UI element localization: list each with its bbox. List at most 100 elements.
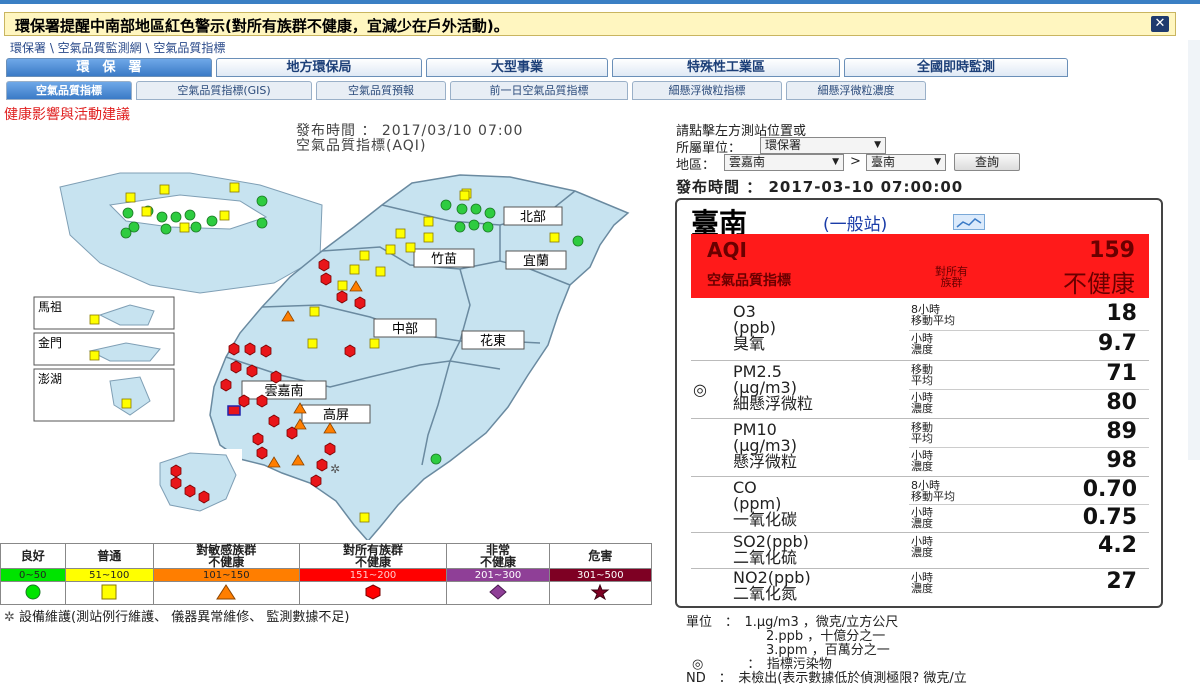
subtab-previous-day[interactable]: 前一日空氣品質指標 (450, 81, 628, 100)
range-moderate: 51~100 (64, 568, 154, 582)
tab-epa[interactable]: 環 保 署 (6, 58, 212, 77)
close-icon[interactable]: ✕ (1151, 16, 1169, 32)
taiwan-aqi-map[interactable]: 北部 竹苗 宜蘭 中部 花東 雲嘉南 高屏 馬祖 金門 澎湖 ✲ (30, 165, 650, 540)
tab-special-industrial-zone[interactable]: 特殊性工業區 (612, 58, 840, 77)
measure-label: 8小時 移動平均 (911, 479, 955, 503)
unit-note-3: 3.ppm ，百萬分之一 (766, 643, 890, 658)
svg-text:中部: 中部 (392, 321, 418, 336)
search-button[interactable]: 查詢 (954, 153, 1020, 171)
chevron-down-icon: ▼ (934, 157, 941, 167)
measure-value: 80 (1106, 390, 1137, 415)
unit-select[interactable]: 環保署 ▼ (760, 137, 886, 154)
measure-label: 移動 平均 (911, 421, 933, 445)
tab-national-realtime[interactable]: 全國即時監測 (844, 58, 1068, 77)
region-label-central[interactable]: 中部 (373, 318, 437, 338)
unit-note-1: 單位 ： 1.μg/m3 ，微克/立方公尺 (686, 615, 899, 630)
measure-value: 4.2 (1098, 533, 1137, 558)
measure-label: 小時 濃度 (911, 449, 933, 473)
tab-large-industry[interactable]: 大型事業 (426, 58, 608, 77)
region-label-yilan[interactable]: 宜蘭 (505, 250, 567, 270)
legend-unhealthy: 對所有族群 不健康 (298, 543, 448, 569)
unit-note-2: 2.ppb ，十億分之一 (766, 629, 886, 644)
maintenance-note: ✲ 設備維護(測站例行維護、 儀器異常維修、 監測數據不足) (4, 606, 349, 625)
warning-banner: 環保署提醒中南部地區紅色警示(對所有族群不健康，宜減少在戶外活動)。 ✕ (4, 12, 1176, 36)
selected-station-tainan[interactable] (227, 405, 241, 416)
aqi-group: 對所有 族群 (935, 265, 968, 289)
star-icon (548, 581, 653, 605)
city-select[interactable]: 臺南 ▼ (866, 154, 946, 171)
subtab-aqi-gis[interactable]: 空氣品質指標(GIS) (136, 81, 312, 100)
index-note-text: ： 指標污染物 (747, 657, 832, 672)
aqi-subtitle: 空氣品質指標 (707, 273, 791, 289)
pollutant-row: PM10 (μg/m3) 懸浮微粒 移動 平均 89 小時 濃度 98 (691, 418, 1149, 477)
measure-label: 小時 濃度 (911, 391, 933, 415)
nd-note: ND ： 未檢出(表示數據低於偵測極限? 微克/立 (686, 671, 967, 686)
region-label-yunjianan[interactable]: 雲嘉南 (241, 380, 327, 400)
area-select[interactable]: 雲嘉南 ▼ (724, 154, 844, 171)
svg-text:宜蘭: 宜蘭 (523, 253, 549, 268)
measure-label: 小時 濃度 (911, 535, 933, 559)
pollutant-row: O3 (ppb) 臭氧 8小時 移動平均 18 小時 濃度 9.7 (691, 300, 1149, 361)
primary-marker-icon: ◎ (692, 657, 704, 672)
region-label-huadong[interactable]: 花東 (461, 330, 525, 350)
primary-pollutant-icon: ◎ (693, 380, 707, 399)
station-publish-time: 發布時間 ： 2017-03-10 07:00:00 (676, 178, 964, 196)
island-matsu[interactable]: 馬祖 (33, 296, 175, 330)
measure-value: 71 (1106, 361, 1137, 386)
chart-icon[interactable] (953, 214, 985, 230)
measure-label: 移動 平均 (911, 363, 933, 387)
subtab-pm25-index[interactable]: 細懸浮微粒指標 (632, 81, 782, 100)
range-unhealthy: 151~200 (298, 568, 448, 582)
pollutant-cn: 臭氧 (733, 334, 766, 353)
pollutant-row: NO2(ppb) 二氧化氮 小時 濃度 27 (691, 568, 1149, 608)
chevron-down-icon: ▼ (832, 157, 839, 167)
legend-sensitive: 對敏感族群 不健康 (152, 543, 300, 569)
svg-text:北部: 北部 (520, 209, 546, 224)
breadcrumb[interactable]: 環保署 \ 空氣品質監測網 \ 空氣品質指標 (10, 39, 225, 56)
pollutant-row: CO (ppm) 一氧化碳 8小時 移動平均 0.70 小時 濃度 0.75 (691, 476, 1149, 533)
warning-text: 環保署提醒中南部地區紅色警示(對所有族群不健康，宜減少在戶外活動)。 (15, 17, 509, 35)
region-label-zhumiao[interactable]: 竹苗 (413, 248, 475, 268)
legend-moderate: 普通 (64, 543, 154, 569)
aqi-box: AQI 159 空氣品質指標 對所有 族群 不健康 (691, 234, 1149, 298)
pollutant-name: SO2(ppb) 二氧化硫 (733, 534, 809, 566)
range-sensitive: 101~150 (152, 568, 300, 582)
region-label-gaoping[interactable]: 高屏 (301, 404, 371, 424)
measure-label: 小時 濃度 (911, 506, 933, 530)
sub-nav: 空氣品質指標 空氣品質指標(GIS) 空氣品質預報 前一日空氣品質指標 細懸浮微… (6, 81, 926, 101)
pollutant-name: PM10 (μg/m3) 懸浮微粒 (733, 422, 797, 470)
subtab-pm25-concentration[interactable]: 細懸浮微粒濃度 (786, 81, 926, 100)
area-select-value: 雲嘉南 (729, 155, 766, 169)
legend-very-unhealthy: 非常 不健康 (446, 543, 550, 569)
station-type-link[interactable]: (一般站) (823, 210, 887, 235)
subtab-forecast[interactable]: 空氣品質預報 (316, 81, 446, 100)
region-label-north[interactable]: 北部 (503, 206, 563, 226)
subtab-aqi[interactable]: 空氣品質指標 (6, 81, 132, 100)
page-edge (1188, 40, 1200, 460)
pollutant-name: NO2(ppb) 二氧化氮 (733, 570, 811, 602)
svg-text:馬祖: 馬祖 (38, 299, 62, 314)
aqi-label: AQI (707, 238, 747, 262)
triangle-icon (152, 581, 300, 605)
diamond-icon (446, 581, 550, 605)
range-very-unhealthy: 201~300 (446, 568, 550, 582)
svg-text:雲嘉南: 雲嘉南 (264, 383, 303, 398)
island-kinmen[interactable]: 金門 (33, 332, 175, 366)
top-accent-bar (0, 0, 1200, 4)
unit-notes: 單位 ： 1.μg/m3 ，微克/立方公尺 2.ppb ，十億分之一 3.ppm… (686, 616, 967, 686)
maintenance-marker-icon[interactable]: ✲ (330, 462, 340, 476)
pollutant-cn: 細懸浮微粒 (733, 394, 814, 413)
square-icon (64, 581, 154, 605)
aqi-value: 159 (1089, 238, 1135, 263)
tab-local-epa[interactable]: 地方環保局 (216, 58, 422, 77)
measure-value: 0.75 (1082, 505, 1137, 530)
arrow-icon: > (850, 154, 861, 169)
svg-text:澎湖: 澎湖 (38, 371, 62, 386)
gear-icon: ✲ (4, 610, 15, 625)
measure-value: 0.70 (1082, 477, 1137, 502)
island-penghu[interactable]: 澎湖 (33, 368, 175, 422)
measure-value: 9.7 (1098, 331, 1137, 356)
health-advice-link[interactable]: 健康影響與活動建議 (4, 104, 130, 124)
range-hazardous: 301~500 (548, 568, 653, 582)
maintenance-text: 設備維護(測站例行維護、 儀器異常維修、 監測數據不足) (19, 610, 350, 625)
